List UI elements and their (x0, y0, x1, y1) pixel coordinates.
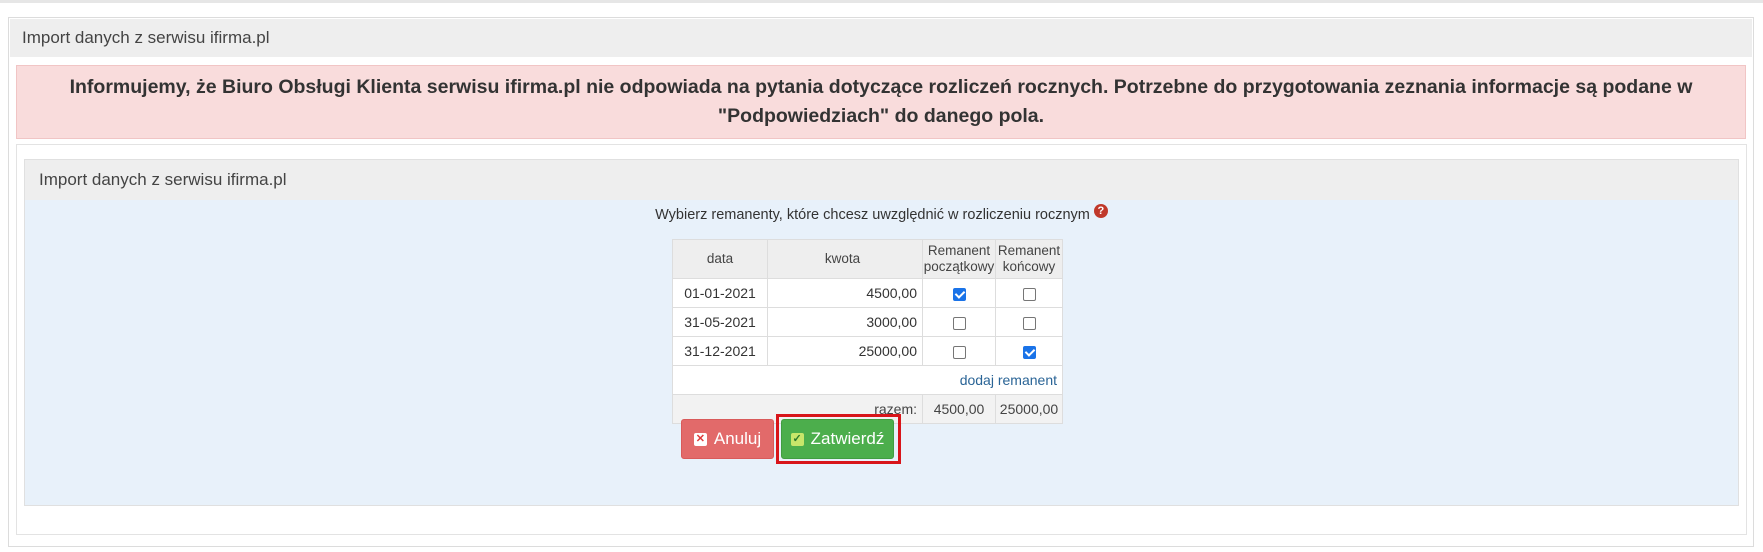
end-remanent-checkbox[interactable] (1022, 316, 1036, 330)
start-remanent-checkbox[interactable] (952, 316, 966, 330)
confirm-button[interactable]: ✓ Zatwierdź (781, 419, 894, 459)
import-section: Import danych z serwisu ifirma.pl Inform… (8, 17, 1754, 547)
table-row: 31-12-2021 25000,00 (672, 336, 1063, 366)
row-date: 01-01-2021 (672, 278, 768, 308)
start-checkbox-cell (922, 336, 996, 366)
row-amount: 4500,00 (767, 278, 923, 308)
import-container: Import danych z serwisu ifirma.pl Wybier… (16, 144, 1747, 535)
header-start-line2: początkowy (923, 259, 995, 274)
add-remanent-link[interactable]: dodaj remanent (960, 372, 1057, 388)
top-divider (0, 0, 1763, 3)
close-icon: ✕ (693, 432, 707, 446)
header-end-line2: końcowy (1002, 259, 1056, 274)
remanent-table: data kwota Remanent początkowy Remanent … (672, 239, 1063, 424)
check-icon: ✓ (790, 432, 804, 446)
start-checkbox-cell (922, 278, 996, 308)
confirm-label: Zatwierdź (810, 429, 885, 448)
end-checkbox-cell (995, 278, 1063, 308)
header-start-remanent: Remanent początkowy (922, 239, 996, 279)
row-amount: 3000,00 (767, 307, 923, 337)
header-end-line1: Remanent (997, 243, 1061, 258)
header-start-line1: Remanent (927, 243, 991, 258)
alert-text: Informujemy, że Biuro Obsługi Klienta se… (69, 76, 1693, 127)
table-header-row: data kwota Remanent początkowy Remanent … (672, 239, 1063, 279)
table-row: 01-01-2021 4500,00 (672, 278, 1063, 308)
table-row: 31-05-2021 3000,00 (672, 307, 1063, 337)
add-cell: dodaj remanent (672, 365, 1063, 395)
section-title: Import danych z serwisu ifirma.pl (10, 19, 1752, 57)
sum-end-value: 25000,00 (995, 394, 1063, 424)
end-remanent-checkbox[interactable] (1022, 287, 1036, 301)
panel-title: Import danych z serwisu ifirma.pl (25, 160, 1738, 200)
header-date: data (672, 239, 768, 279)
start-remanent-checkbox[interactable] (952, 287, 966, 301)
cancel-button[interactable]: ✕ Anuluj (681, 419, 774, 459)
row-amount: 25000,00 (767, 336, 923, 366)
cancel-label: Anuluj (713, 429, 762, 448)
instruction-line: Wybierz remanenty, które chcesz uwzględn… (25, 204, 1738, 225)
start-checkbox-cell (922, 307, 996, 337)
instruction-text: Wybierz remanenty, które chcesz uwzględn… (655, 207, 1090, 223)
end-checkbox-cell (995, 336, 1063, 366)
question-icon[interactable]: ? (1093, 204, 1108, 218)
add-row: dodaj remanent (672, 365, 1063, 395)
sum-start-value: 4500,00 (922, 394, 996, 424)
header-end-remanent: Remanent końcowy (995, 239, 1063, 279)
import-panel: Import danych z serwisu ifirma.pl Wybier… (24, 159, 1739, 506)
row-date: 31-12-2021 (672, 336, 768, 366)
end-remanent-checkbox[interactable] (1022, 345, 1036, 359)
end-checkbox-cell (995, 307, 1063, 337)
info-alert: Informujemy, że Biuro Obsługi Klienta se… (16, 65, 1746, 139)
row-date: 31-05-2021 (672, 307, 768, 337)
start-remanent-checkbox[interactable] (952, 345, 966, 359)
header-amount: kwota (767, 239, 923, 279)
